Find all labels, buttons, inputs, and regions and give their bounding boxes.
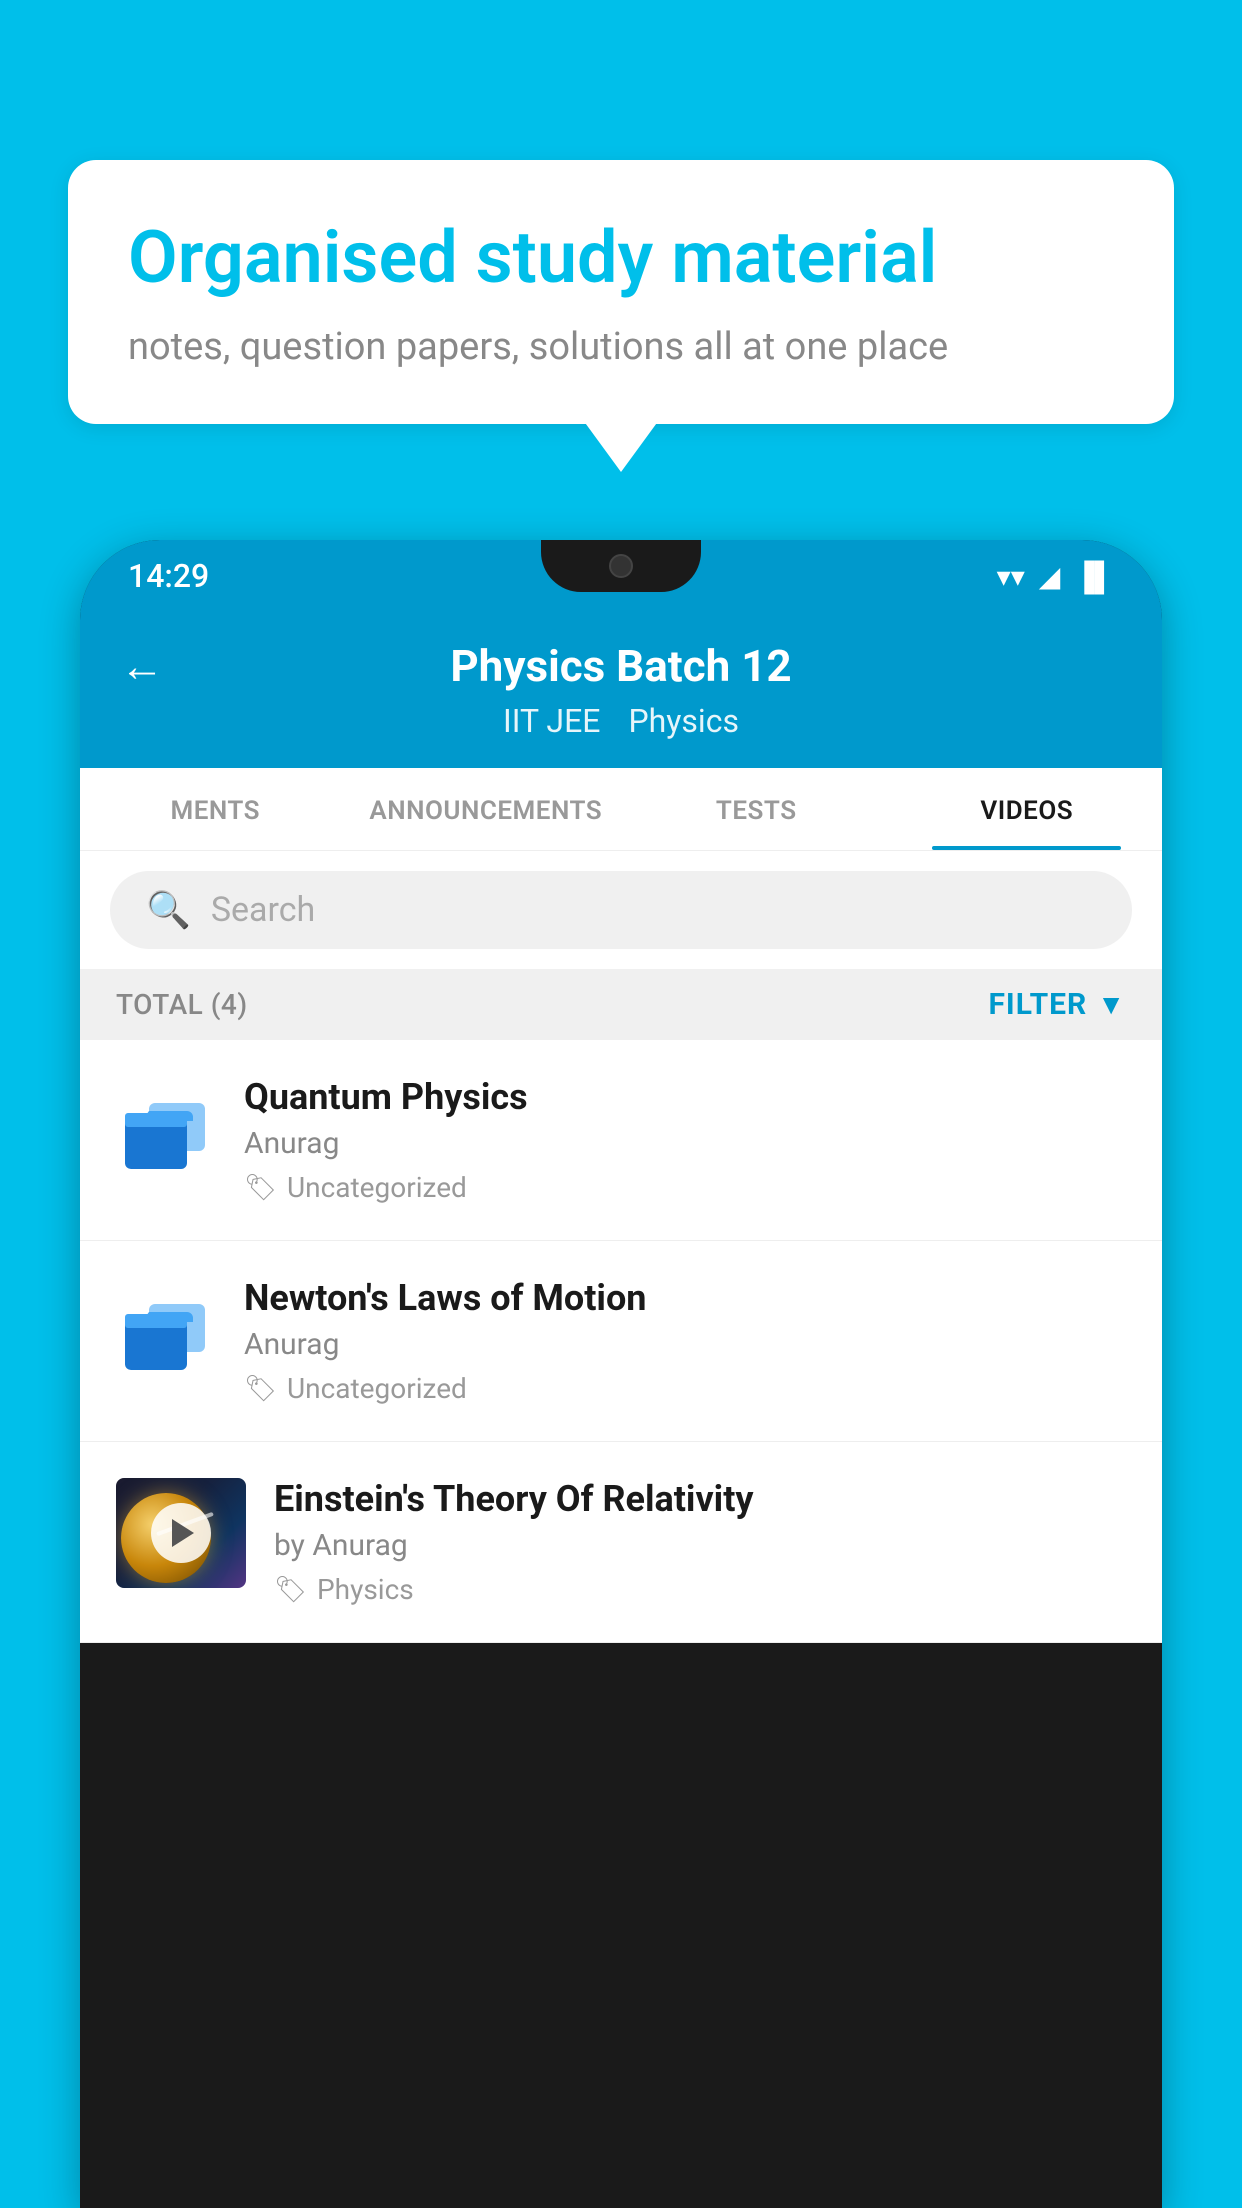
tab-tests[interactable]: TESTS [621,768,892,850]
filter-label: FILTER [988,987,1087,1022]
back-button[interactable]: ← [120,640,164,692]
filter-button[interactable]: FILTER ▼ [988,987,1126,1022]
tag-icon: 🏷 [244,1173,277,1203]
tabs-bar: MENTS ANNOUNCEMENTS TESTS VIDEOS [80,768,1162,851]
header-subtitle: IIT JEE Physics [503,702,739,740]
app-header: ← Physics Batch 12 IIT JEE Physics [80,612,1162,768]
video-info: Einstein's Theory Of Relativity by Anura… [274,1478,1126,1606]
notch [541,540,701,592]
video-title: Newton's Laws of Motion [244,1277,1126,1319]
filter-bar: TOTAL (4) FILTER ▼ [80,969,1162,1040]
bubble-title: Organised study material [128,215,1114,301]
list-item[interactable]: Einstein's Theory Of Relativity by Anura… [80,1442,1162,1643]
search-bar-wrap: 🔍 Search [80,851,1162,969]
tab-announcements[interactable]: ANNOUNCEMENTS [351,768,622,850]
video-info: Quantum Physics Anurag 🏷 Uncategorized [244,1076,1126,1204]
play-button[interactable] [151,1503,211,1563]
tag-icon: 🏷 [244,1374,277,1404]
video-info: Newton's Laws of Motion Anurag 🏷 Uncateg… [244,1277,1126,1405]
folder-icon [121,1091,211,1171]
video-list: Quantum Physics Anurag 🏷 Uncategorized [80,1040,1162,1643]
page-title: Physics Batch 12 [450,640,791,692]
tab-videos[interactable]: VIDEOS [892,768,1163,850]
folder-icon-wrap [116,1277,216,1387]
camera [609,554,633,578]
status-time: 14:29 [128,557,209,595]
list-item[interactable]: Newton's Laws of Motion Anurag 🏷 Uncateg… [80,1241,1162,1442]
video-tag: 🏷 Uncategorized [244,1372,1126,1405]
video-author: Anurag [244,1126,1126,1161]
wifi-icon: ▾▾ [997,560,1025,593]
battery-icon: ▐▌ [1074,560,1114,593]
list-item[interactable]: Quantum Physics Anurag 🏷 Uncategorized [80,1040,1162,1241]
video-tag: 🏷 Uncategorized [244,1171,1126,1204]
status-bar: 14:29 ▾▾ ◢ ▐▌ [80,540,1162,612]
batch-tag-iitjee: IIT JEE [503,702,600,740]
header-nav: ← Physics Batch 12 [120,640,1122,692]
folder-icon [121,1292,211,1372]
search-input[interactable]: Search [211,890,315,930]
video-title: Quantum Physics [244,1076,1126,1118]
phone-frame: 14:29 ▾▾ ◢ ▐▌ ← Physics Batch 12 IIT JEE… [80,540,1162,2208]
video-thumbnail [116,1478,246,1588]
thumb-background [116,1478,246,1588]
video-tag: 🏷 Physics [274,1573,1126,1606]
bubble-subtitle: notes, question papers, solutions all at… [128,325,1114,369]
play-icon [172,1519,194,1547]
search-bar[interactable]: 🔍 Search [110,871,1132,949]
folder-icon-wrap [116,1076,216,1186]
search-icon: 🔍 [146,889,191,931]
signal-icon: ◢ [1039,560,1061,593]
video-author: Anurag [244,1327,1126,1362]
total-count: TOTAL (4) [116,988,248,1021]
video-title: Einstein's Theory Of Relativity [274,1478,1126,1520]
status-icons: ▾▾ ◢ ▐▌ [997,560,1114,593]
batch-tag-physics: Physics [628,702,739,740]
tag-icon: 🏷 [274,1575,307,1605]
tab-ments[interactable]: MENTS [80,768,351,850]
video-author: by Anurag [274,1528,1126,1563]
filter-icon: ▼ [1097,988,1126,1021]
speech-bubble: Organised study material notes, question… [68,160,1174,424]
